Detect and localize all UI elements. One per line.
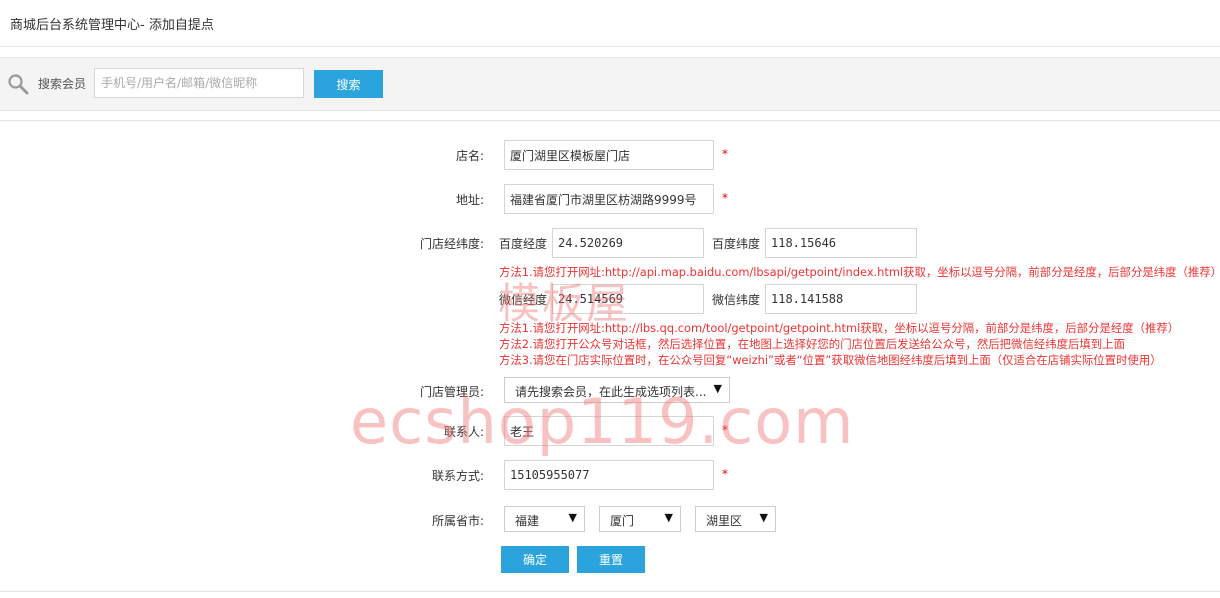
store-name-required-mark: * (722, 147, 728, 161)
contact-label: 联系人: (443, 425, 484, 439)
chevron-down-icon: ▼ (568, 511, 577, 524)
district-select-value: 湖里区 (706, 514, 743, 528)
search-member-label: 搜索会员 (38, 77, 87, 91)
wechat-coords-hint-2: 方法2.请您打开公众号对话框，然后选择位置，在地图上选择好您的门店位置后发送给公… (499, 337, 1125, 351)
phone-label: 联系方式: (431, 469, 484, 483)
region-label: 所属省市: (431, 514, 484, 528)
phone-required-mark: * (722, 467, 728, 481)
store-name-label: 店名: (455, 149, 484, 163)
baidu-coords-hint: 方法1.请您打开网址:http://api.map.baidu.com/lbsa… (499, 265, 1220, 279)
baidu-lng-input[interactable] (552, 228, 704, 258)
page-header: 商城后台系统管理中心- 添加自提点 (0, 0, 1220, 47)
baidu-lat-label: 百度纬度 (712, 237, 761, 251)
wechat-coords-hint-1: 方法1.请您打开网址:http://lbs.qq.com/tool/getpoi… (499, 321, 1180, 335)
address-required-mark: * (722, 191, 728, 205)
page-title: 商城后台系统管理中心- 添加自提点 (10, 18, 214, 33)
coords-label: 门店经纬度: (419, 237, 484, 251)
wechat-lng-input[interactable] (552, 284, 704, 314)
search-button[interactable]: 搜索 (314, 70, 383, 98)
province-select-value: 福建 (515, 514, 540, 528)
province-select[interactable]: 福建 ▼ (504, 506, 585, 532)
member-search-input[interactable] (94, 68, 304, 98)
address-label: 地址: (455, 193, 484, 207)
manager-select-value: 请先搜索会员，在此生成选项列表... (515, 385, 707, 399)
contact-input[interactable] (504, 416, 714, 446)
contact-required-mark: * (722, 423, 728, 437)
wechat-lng-label: 微信经度 (499, 293, 548, 307)
manager-label: 门店管理员: (419, 385, 484, 399)
city-select-value: 厦门 (610, 514, 635, 528)
store-name-input[interactable] (504, 140, 714, 170)
reset-button[interactable]: 重置 (577, 546, 645, 573)
wechat-coords-hint-3: 方法3.请您在门店实际位置时，在公众号回复“weizhi”或者“位置”获取微信地… (499, 353, 1162, 367)
member-search-bar: 搜索会员 搜索 (0, 57, 1220, 111)
baidu-lng-label: 百度经度 (499, 237, 548, 251)
chevron-down-icon: ▼ (713, 382, 722, 395)
phone-input[interactable] (504, 460, 714, 490)
chevron-down-icon: ▼ (759, 511, 768, 524)
search-icon (8, 74, 29, 95)
wechat-lat-input[interactable] (765, 284, 917, 314)
city-select[interactable]: 厦门 ▼ (599, 506, 681, 532)
address-input[interactable] (504, 184, 714, 214)
district-select[interactable]: 湖里区 ▼ (695, 506, 776, 532)
chevron-down-icon: ▼ (664, 511, 673, 524)
baidu-lat-input[interactable] (765, 228, 917, 258)
submit-button[interactable]: 确定 (501, 546, 569, 573)
manager-select[interactable]: 请先搜索会员，在此生成选项列表... ▼ (504, 377, 730, 403)
wechat-lat-label: 微信纬度 (712, 293, 761, 307)
